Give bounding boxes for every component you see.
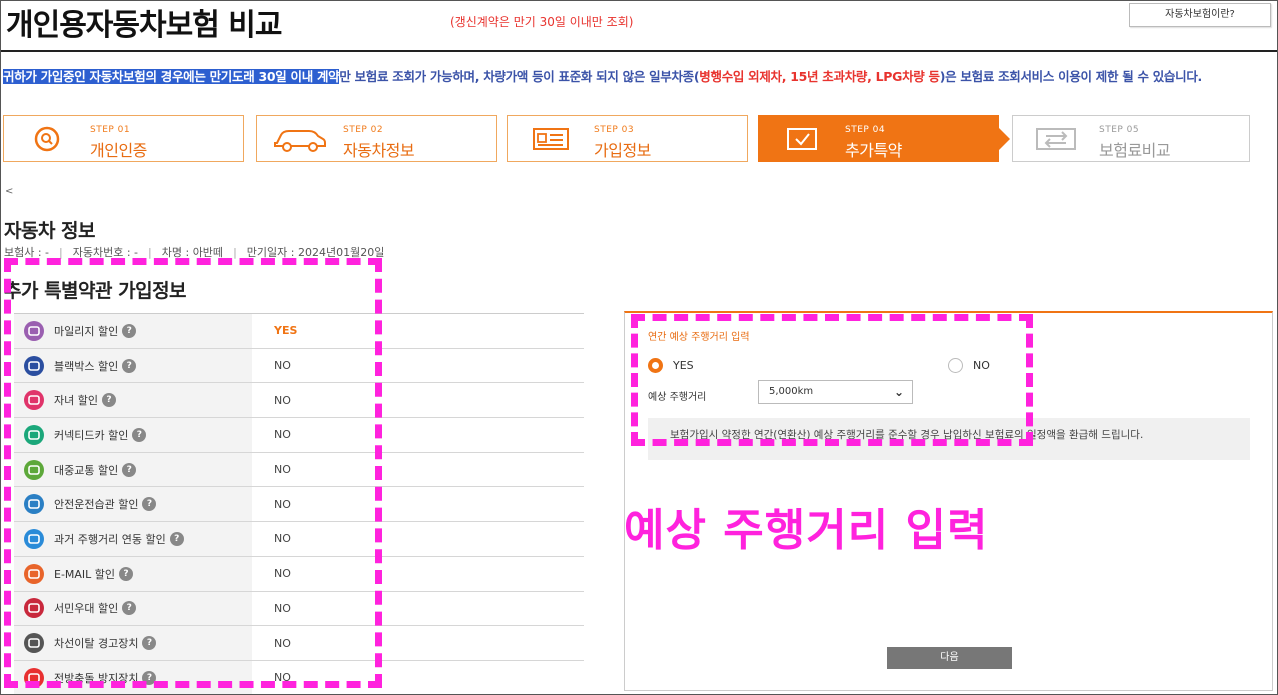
notice-part2: )은 보험료 조회서비스 이용이 제한 될 수 있습니다. bbox=[939, 69, 1203, 84]
step-1[interactable]: STEP 01 개인인증 bbox=[3, 115, 244, 162]
page-subtitle: (갱신계약은 만기 30일 이내만 조회) bbox=[450, 15, 634, 29]
id-card-icon bbox=[524, 124, 578, 154]
step-1-number: STEP 01 bbox=[90, 125, 131, 135]
step-3-number: STEP 03 bbox=[594, 125, 635, 135]
notice-highlight: 귀하가 가입중인 자동차보험의 경우에는 만기도래 30일 이내 계약 bbox=[3, 69, 340, 84]
step-1-label: 개인인증 bbox=[90, 141, 147, 160]
title-divider bbox=[0, 50, 1278, 52]
step-4[interactable]: STEP 04 추가특약 bbox=[758, 115, 1010, 162]
notice-restricted-cars: 병행수입 외제차, 15년 초과차량, LPG차량 등 bbox=[699, 69, 940, 84]
car-icon bbox=[273, 124, 327, 154]
annotation-box-mileage bbox=[631, 314, 1033, 446]
annotation-caption: 예상 주행거리 입력 bbox=[624, 505, 989, 556]
step-4-label: 추가특약 bbox=[845, 141, 902, 160]
page-title: 개인용자동차보험 비교 bbox=[6, 8, 282, 43]
next-button[interactable]: 다음 bbox=[887, 647, 1012, 669]
notice-text: 귀하가 가입중인 자동차보험의 경우에는 만기도래 30일 이내 계약만 보험료… bbox=[3, 67, 1273, 86]
step-5-label: 보험료비교 bbox=[1099, 141, 1171, 160]
compare-arrows-icon bbox=[1029, 124, 1083, 154]
checkbox-icon bbox=[775, 124, 829, 154]
step-2-number: STEP 02 bbox=[343, 125, 384, 135]
annotation-box-terms bbox=[4, 258, 382, 688]
person-search-icon bbox=[20, 124, 74, 154]
step-3-label: 가입정보 bbox=[594, 141, 651, 160]
car-info-title: 자동차 정보 bbox=[4, 220, 96, 242]
step-2-label: 자동차정보 bbox=[343, 141, 415, 160]
step-5[interactable]: STEP 05 보험료비교 bbox=[1012, 115, 1250, 162]
step-5-number: STEP 05 bbox=[1099, 125, 1140, 135]
car-insurance-info-button[interactable]: 자동차보험이란? bbox=[1129, 3, 1271, 27]
step-2[interactable]: STEP 02 자동차정보 bbox=[256, 115, 497, 162]
step-3[interactable]: STEP 03 가입정보 bbox=[507, 115, 748, 162]
back-link[interactable]: < bbox=[5, 186, 13, 197]
step-4-number: STEP 04 bbox=[845, 125, 886, 135]
notice-part1: 만 보험료 조회가 가능하며, 차량가액 등이 표준화 되지 않은 일부차종( bbox=[339, 69, 700, 84]
